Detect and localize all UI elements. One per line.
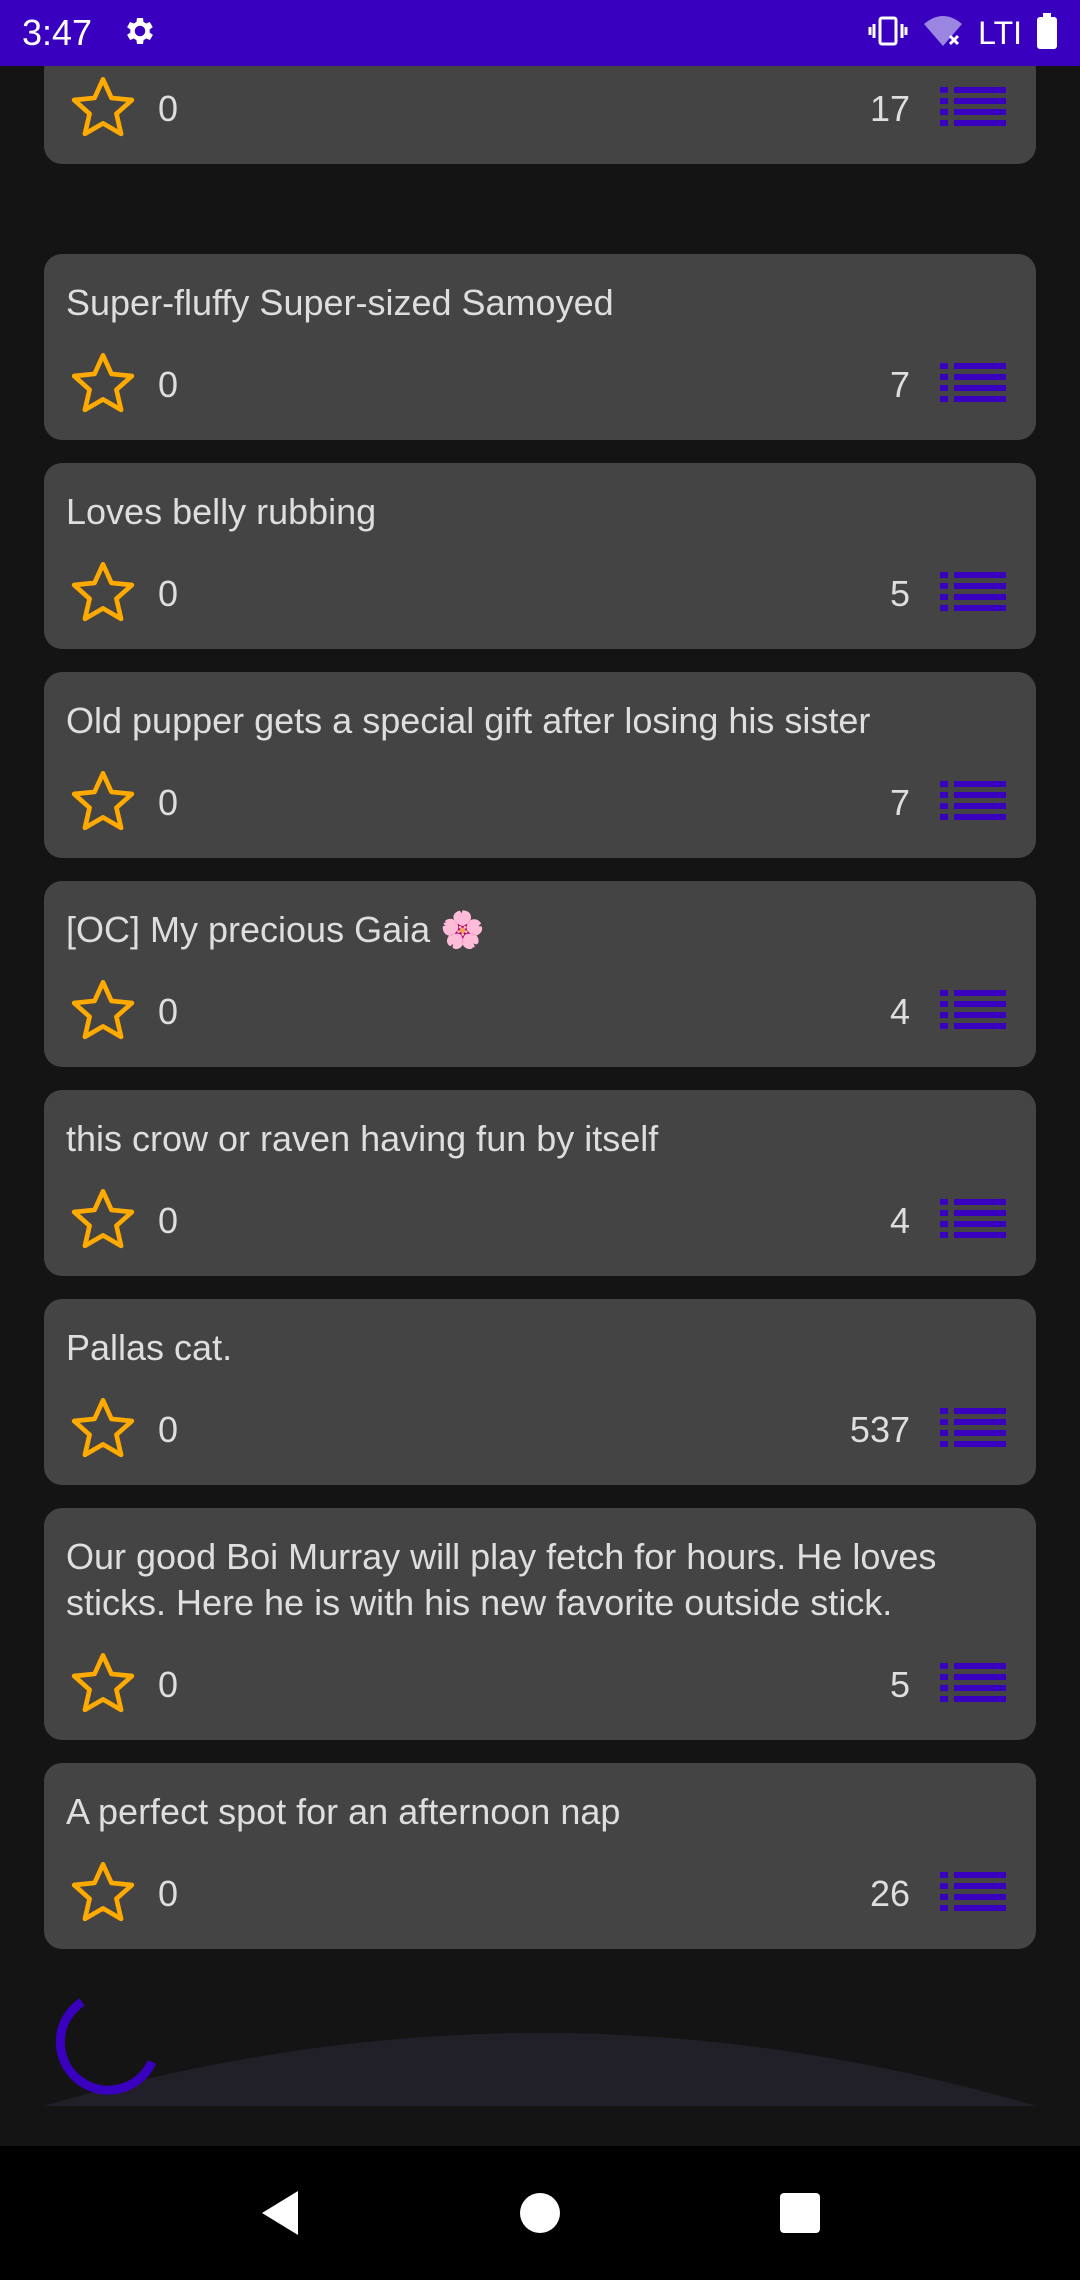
post-title: Pallas cat. [66,1327,233,1368]
star-outline-icon[interactable] [68,1648,138,1723]
post-feed[interactable]: 0 17 Super-fluffy Super-sized Samoyed 0 … [44,66,1036,2146]
comment-count: 5 [889,1664,910,1705]
post-title: Old pupper gets a special gift after los… [66,700,871,741]
star-outline-icon[interactable] [68,1857,138,1932]
list-icon[interactable] [940,1662,1006,1708]
post-card[interactable]: Pallas cat. 0 537 [44,1299,1036,1485]
post-actions: 0 7 [68,768,1006,838]
star-outline-icon[interactable] [68,557,138,632]
star-outline-icon[interactable] [68,72,138,147]
list-icon[interactable] [940,989,1006,1035]
list-icon[interactable] [940,86,1006,132]
recents-icon[interactable] [765,2178,835,2248]
system-nav-bar [0,2146,1080,2280]
loading-spinner-icon [55,1998,157,2095]
comment-count: 7 [889,782,910,823]
favorite-count: 0 [158,88,179,129]
comment-count: 4 [889,1200,910,1241]
post-actions: 0 5 [68,1650,1006,1720]
favorite-count: 0 [158,1873,179,1914]
post-title: Our good Boi Murray will play fetch for … [66,1536,937,1623]
battery-icon [1036,12,1058,54]
post-title: A perfect spot for an afternoon nap [66,1791,621,1832]
list-icon[interactable] [940,362,1006,408]
favorite-count: 0 [158,782,179,823]
comment-count: 5 [889,573,910,614]
status-bar: 3:47 LTI [0,0,1080,66]
comment-count: 17 [869,88,910,129]
post-actions: 0 17 [68,74,1006,144]
favorite-count: 0 [158,573,179,614]
comment-count: 4 [889,991,910,1032]
star-outline-icon[interactable] [68,1393,138,1468]
post-actions: 0 26 [68,1859,1006,1929]
home-icon[interactable] [505,2178,575,2248]
post-title: this crow or raven having fun by itself [66,1118,659,1159]
star-outline-icon[interactable] [68,975,138,1050]
post-card[interactable]: 0 17 [44,66,1036,164]
post-card[interactable]: Our good Boi Murray will play fetch for … [44,1508,1036,1740]
post-actions: 0 4 [68,1186,1006,1256]
list-icon[interactable] [940,1871,1006,1917]
list-icon[interactable] [940,1198,1006,1244]
post-card[interactable]: this crow or raven having fun by itself … [44,1090,1036,1276]
favorite-count: 0 [158,364,179,405]
post-card[interactable]: Old pupper gets a special gift after los… [44,672,1036,858]
post-card[interactable]: [OC] My precious Gaia 🌸 0 4 [44,881,1036,1067]
post-actions: 0 5 [68,559,1006,629]
status-time: 3:47 [22,12,93,53]
gear-icon [122,13,158,54]
star-outline-icon[interactable] [68,348,138,423]
star-outline-icon[interactable] [68,1184,138,1259]
post-card[interactable]: Loves belly rubbing 0 5 [44,463,1036,649]
pull-arc [44,2033,1036,2106]
post-card[interactable]: A perfect spot for an afternoon nap 0 26 [44,1763,1036,1949]
network-label: LTI [978,14,1022,51]
list-icon[interactable] [940,780,1006,826]
post-card[interactable]: Super-fluffy Super-sized Samoyed 0 7 [44,254,1036,440]
post-actions: 0 537 [68,1395,1006,1465]
back-icon[interactable] [245,2178,315,2248]
wifi-icon [922,14,964,53]
favorite-count: 0 [158,1200,179,1241]
post-title: [OC] My precious Gaia 🌸 [66,909,485,950]
list-icon[interactable] [940,1407,1006,1453]
favorite-count: 0 [158,1409,179,1450]
post-title: Super-fluffy Super-sized Samoyed [66,282,614,323]
loading-footer [44,1966,1036,2106]
post-actions: 0 4 [68,977,1006,1047]
star-outline-icon[interactable] [68,766,138,841]
comment-count: 537 [849,1409,910,1450]
favorite-count: 0 [158,1664,179,1705]
vibrate-icon [868,15,908,52]
comment-count: 26 [869,1873,910,1914]
list-icon[interactable] [940,571,1006,617]
comment-count: 7 [889,364,910,405]
post-title: Loves belly rubbing [66,491,377,532]
favorite-count: 0 [158,991,179,1032]
post-actions: 0 7 [68,350,1006,420]
